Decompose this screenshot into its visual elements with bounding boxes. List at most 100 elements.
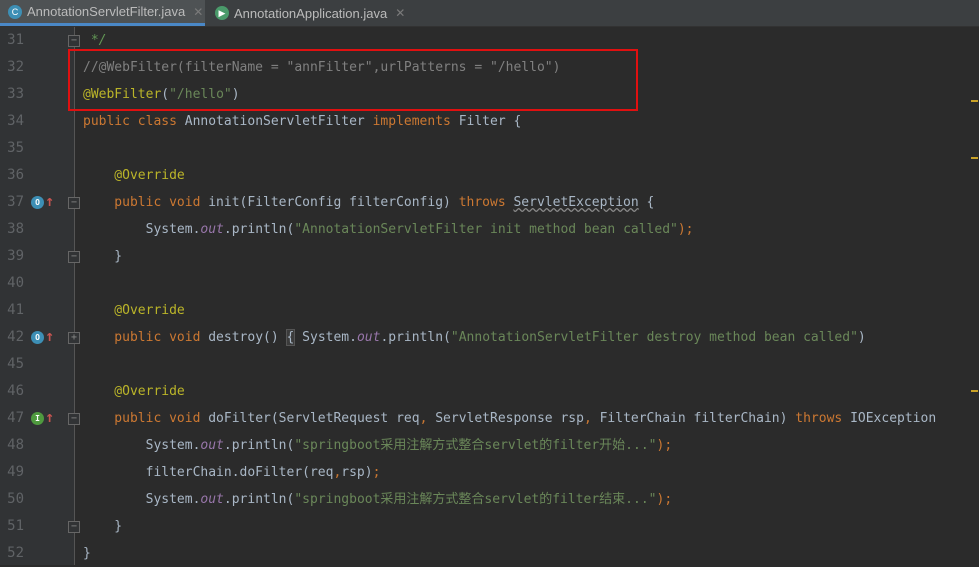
code-token: ServletException: [513, 195, 639, 210]
code-line: 42 O ↑ + public void destroy() { System.out…: [0, 324, 979, 351]
code-token: public void: [83, 330, 209, 345]
tab-annotation-servlet-filter[interactable]: C AnnotationServletFilter.java ✕: [0, 0, 205, 26]
code-token: AnnotationServletFilter: [184, 114, 373, 129]
line-number: 31: [7, 32, 24, 48]
code-text: }: [83, 243, 122, 270]
code-token: throws: [458, 195, 514, 210]
line-number: 48: [7, 437, 24, 453]
code-token: ,: [419, 411, 436, 426]
line-number: 50: [7, 491, 24, 507]
code-line: 34 public class AnnotationServletFilter i…: [0, 108, 979, 135]
code-token: out: [200, 492, 224, 507]
code-token: IOException: [850, 411, 937, 426]
code-line: 35: [0, 135, 979, 162]
code-line: 51 − }: [0, 513, 979, 540]
code-token: ServletResponse rsp: [435, 411, 584, 426]
close-tab-icon[interactable]: ✕: [395, 6, 405, 20]
line-number: 32: [7, 59, 24, 75]
code-token: destroy(): [208, 330, 287, 345]
code-text: @Override: [83, 162, 185, 189]
code-token: );: [677, 222, 694, 237]
collapse-fold-icon[interactable]: −: [68, 197, 80, 209]
code-token: out: [200, 438, 224, 453]
code-token: @WebFilter: [83, 87, 162, 102]
code-token: FilterChain filterChain): [599, 411, 796, 426]
code-text: @WebFilter("/hello"): [83, 81, 240, 108]
line-number: 40: [7, 275, 24, 291]
code-line: 46 @Override: [0, 378, 979, 405]
warning-stripe-mark[interactable]: [971, 157, 978, 159]
line-number: 39: [7, 248, 24, 264]
code-text: }: [83, 540, 91, 567]
warning-stripe-mark[interactable]: [971, 390, 978, 392]
code-token: init(FilterConfig filterConfig): [208, 195, 459, 210]
code-token: "AnnotationServletFilter init method bea…: [294, 222, 678, 237]
collapse-fold-icon[interactable]: −: [68, 35, 80, 47]
line-number: 42: [7, 329, 24, 345]
code-text: System.out.println("springboot采用注解方式整合se…: [83, 486, 673, 513]
code-text: filterChain.doFilter(req,rsp);: [83, 459, 381, 486]
code-line: 50 System.out.println("springboot采用注解方式整…: [0, 486, 979, 513]
code-token: "AnnotationServletFilter destroy method …: [450, 330, 858, 345]
code-text: public void doFilter(ServletRequest req,…: [83, 405, 936, 432]
code-token: @Override: [83, 168, 185, 183]
collapse-fold-icon[interactable]: −: [68, 413, 80, 425]
code-text: System.out.println("AnnotationServletFil…: [83, 216, 694, 243]
code-token: }: [83, 519, 123, 534]
code-line: 37 O ↑ − public void init(FilterConfig filt…: [0, 189, 979, 216]
code-text: @Override: [83, 297, 184, 324]
code-token: */: [83, 33, 107, 48]
spring-boot-app-icon: ▶: [215, 6, 229, 20]
overrides-method-icon[interactable]: O: [31, 331, 44, 344]
code-line: 40: [0, 270, 979, 297]
tab-annotation-application[interactable]: ▶ AnnotationApplication.java ✕: [207, 0, 409, 26]
code-token: .println(: [223, 438, 295, 453]
code-token: }: [83, 249, 123, 264]
code-text: public void destroy() { System.out.print…: [83, 324, 866, 351]
tab-label: AnnotationServletFilter.java: [27, 4, 186, 19]
line-number: 36: [7, 167, 24, 183]
code-token: (: [161, 87, 170, 102]
code-token: ;: [372, 465, 381, 480]
line-number: 46: [7, 383, 24, 399]
collapse-fold-icon[interactable]: −: [68, 521, 80, 533]
code-line: 49 filterChain.doFilter(req,rsp);: [0, 459, 979, 486]
line-number: 51: [7, 518, 24, 534]
arrow-up-icon[interactable]: ↑: [45, 193, 54, 209]
code-token: ): [231, 87, 240, 102]
code-token: throws: [795, 411, 851, 426]
expand-fold-icon[interactable]: +: [68, 332, 80, 344]
line-number: 33: [7, 86, 24, 102]
code-line: 31 − */: [0, 27, 979, 54]
close-tab-icon[interactable]: ✕: [193, 5, 203, 19]
code-token: .println(: [223, 222, 295, 237]
arrow-up-icon[interactable]: ↑: [45, 409, 54, 425]
warning-stripe-mark[interactable]: [971, 100, 978, 102]
code-token: public class: [83, 114, 185, 129]
implements-method-icon[interactable]: I: [31, 412, 44, 425]
code-text: //@WebFilter(filterName = "annFilter",ur…: [83, 54, 560, 81]
tab-label: AnnotationApplication.java: [234, 5, 388, 21]
code-token: out: [356, 330, 381, 345]
code-text: System.out.println("springboot采用注解方式整合se…: [83, 432, 673, 459]
line-number: 38: [7, 221, 24, 237]
code-token: "springboot采用注解方式整合servlet的filter开始...": [294, 438, 657, 453]
line-number: 35: [7, 140, 24, 156]
arrow-up-icon[interactable]: ↑: [45, 328, 54, 344]
code-token: System.: [83, 222, 201, 237]
code-token: System.: [83, 492, 201, 507]
overrides-method-icon[interactable]: O: [31, 196, 44, 209]
code-line: 41 @Override: [0, 297, 979, 324]
line-number: 52: [7, 545, 24, 561]
line-number: 49: [7, 464, 24, 480]
code-text: }: [83, 513, 122, 540]
code-token: );: [656, 438, 673, 453]
code-token: Filter {: [458, 114, 522, 129]
code-line: 33 @WebFilter("/hello"): [0, 81, 979, 108]
code-text: @Override: [83, 378, 184, 405]
collapse-fold-icon[interactable]: −: [68, 251, 80, 263]
line-number: 34: [7, 113, 24, 129]
code-token: ): [857, 330, 866, 345]
code-text: */: [83, 27, 107, 54]
code-line: 38 System.out.println("AnnotationServlet…: [0, 216, 979, 243]
